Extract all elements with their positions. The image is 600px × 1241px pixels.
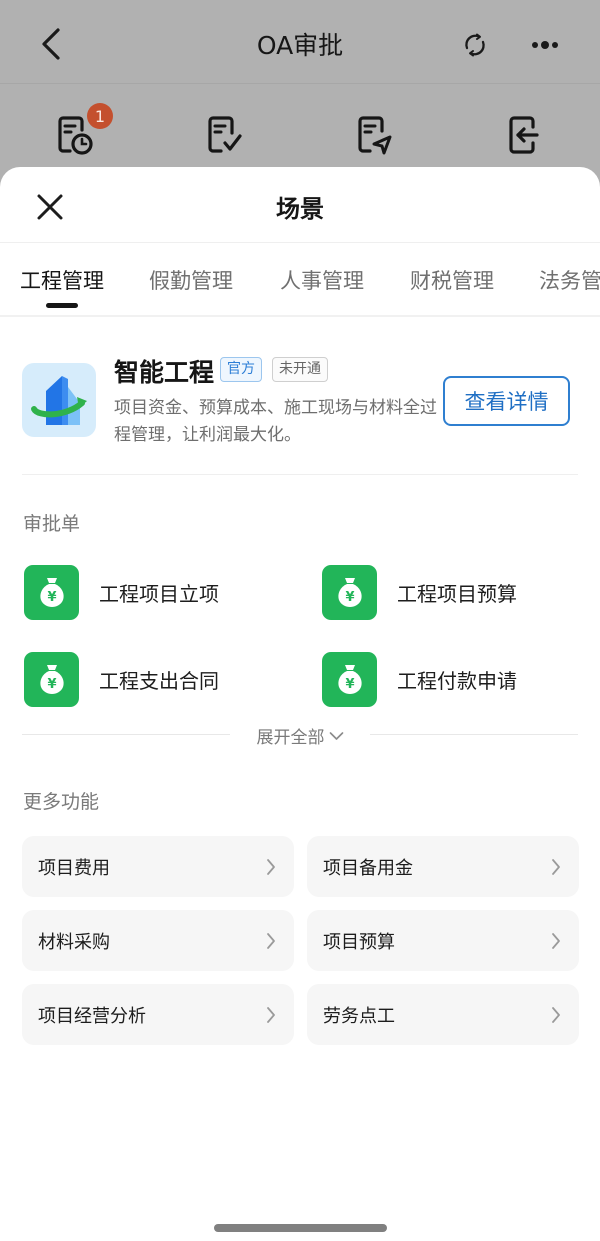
expand-all-label: 展开全部 bbox=[256, 728, 325, 748]
form-item-label: 工程项目预算 bbox=[397, 581, 517, 606]
tab-attendance[interactable]: 假勤管理 bbox=[149, 265, 233, 295]
close-icon bbox=[37, 194, 63, 220]
category-tabs: 工程管理 假勤管理 人事管理 财税管理 法务管理 bbox=[0, 243, 600, 317]
official-tag: 官方 bbox=[220, 357, 262, 382]
quick-action-submitted[interactable] bbox=[350, 110, 400, 160]
money-bag-yuan-icon: ¥ bbox=[322, 651, 377, 707]
quick-action-approved[interactable] bbox=[200, 110, 250, 160]
sheet-header: 场景 bbox=[0, 167, 600, 243]
doc-check-icon bbox=[208, 116, 242, 153]
more-item-business-analysis[interactable]: 项目经营分析 bbox=[22, 984, 294, 1045]
chevron-down-icon bbox=[329, 731, 344, 740]
smart-engineering-logo bbox=[22, 363, 96, 437]
more-item-material-purchase[interactable]: 材料采购 bbox=[22, 910, 294, 971]
form-item-payment-request[interactable]: ¥ 工程付款申请 bbox=[322, 651, 592, 707]
tab-finance-tax[interactable]: 财税管理 bbox=[410, 265, 494, 295]
money-bag-yuan-icon: ¥ bbox=[24, 564, 79, 620]
more-item-label: 项目预算 bbox=[323, 931, 395, 953]
refresh-icon bbox=[465, 33, 485, 57]
divider bbox=[370, 734, 578, 735]
more-item-label: 材料采购 bbox=[38, 931, 110, 953]
product-description: 项目资金、预算成本、施工现场与材料全过程管理，让利润最大化。 bbox=[114, 398, 437, 445]
form-item-label: 工程付款申请 bbox=[397, 668, 517, 693]
more-button[interactable] bbox=[525, 28, 565, 62]
tab-hr[interactable]: 人事管理 bbox=[280, 265, 364, 295]
form-item-expense-contract[interactable]: ¥ 工程支出合同 bbox=[24, 651, 294, 707]
chevron-left-icon bbox=[42, 28, 60, 60]
more-item-label: 项目费用 bbox=[38, 857, 110, 879]
svg-text:¥: ¥ bbox=[345, 677, 354, 692]
expand-all-button[interactable]: 展开全部 bbox=[257, 723, 344, 748]
close-button[interactable] bbox=[30, 187, 70, 227]
more-functions-grid: 项目费用 项目备用金 材料采购 项目预算 项目经营分析 劳务点工 bbox=[22, 836, 579, 1045]
chevron-right-icon bbox=[552, 1006, 560, 1023]
form-item-project-budget[interactable]: ¥ 工程项目预算 bbox=[322, 564, 592, 620]
scene-sheet: 场景 工程管理 假勤管理 人事管理 财税管理 法务管理 智能工程 官方 未开通 … bbox=[0, 167, 600, 1241]
more-dots-icon bbox=[532, 41, 558, 49]
chevron-right-icon bbox=[552, 858, 560, 875]
money-bag-yuan-icon: ¥ bbox=[322, 564, 377, 620]
money-bag-yuan-icon: ¥ bbox=[24, 651, 79, 707]
more-item-label: 项目备用金 bbox=[323, 857, 413, 879]
svg-text:¥: ¥ bbox=[345, 590, 354, 605]
chevron-right-icon bbox=[267, 858, 275, 875]
more-item-label: 劳务点工 bbox=[323, 1005, 395, 1027]
active-tab-indicator bbox=[46, 303, 78, 308]
more-item-labor-hours[interactable]: 劳务点工 bbox=[307, 984, 579, 1045]
pending-count-badge: 1 bbox=[87, 103, 113, 129]
nav-bar: OA审批 bbox=[0, 0, 600, 84]
page-title: OA审批 bbox=[256, 31, 344, 60]
chevron-right-icon bbox=[267, 1006, 275, 1023]
form-item-label: 工程项目立项 bbox=[99, 581, 219, 606]
home-indicator[interactable] bbox=[214, 1224, 387, 1232]
section-label-more-functions: 更多功能 bbox=[23, 791, 100, 813]
more-item-label: 项目经营分析 bbox=[38, 1005, 146, 1027]
chevron-right-icon bbox=[552, 932, 560, 949]
building-arrow-icon bbox=[31, 376, 87, 425]
chevron-right-icon bbox=[267, 932, 275, 949]
section-label-approval-forms: 审批单 bbox=[23, 513, 81, 535]
doc-send-icon bbox=[358, 116, 392, 155]
back-button[interactable] bbox=[34, 24, 68, 64]
refresh-button[interactable] bbox=[458, 28, 492, 62]
svg-text:¥: ¥ bbox=[47, 677, 56, 692]
approval-forms-section: 审批单 ¥ 工程项目立项 ¥ 工程项目预算 ¥ 工程支出合同 ¥ 工程付款申请 bbox=[0, 475, 600, 775]
product-name: 智能工程 bbox=[114, 358, 215, 387]
tab-engineering[interactable]: 工程管理 bbox=[20, 265, 104, 295]
product-card: 智能工程 官方 未开通 项目资金、预算成本、施工现场与材料全过程管理，让利润最大… bbox=[22, 317, 578, 475]
more-functions-section: 更多功能 项目费用 项目备用金 材料采购 项目预算 项目经营分析 劳务点工 bbox=[0, 787, 600, 1045]
form-item-project-initiation[interactable]: ¥ 工程项目立项 bbox=[24, 564, 294, 620]
more-item-project-budget[interactable]: 项目预算 bbox=[307, 910, 579, 971]
more-item-project-expenses[interactable]: 项目费用 bbox=[22, 836, 294, 897]
tab-legal[interactable]: 法务管理 bbox=[539, 265, 600, 295]
expand-row: 展开全部 bbox=[22, 723, 578, 748]
more-item-petty-cash[interactable]: 项目备用金 bbox=[307, 836, 579, 897]
quick-action-cc[interactable] bbox=[500, 110, 550, 160]
activation-status-tag: 未开通 bbox=[272, 357, 328, 382]
form-item-label: 工程支出合同 bbox=[99, 668, 219, 693]
view-details-button[interactable]: 查看详情 bbox=[443, 376, 570, 426]
sheet-title: 场景 bbox=[276, 195, 324, 223]
doc-import-icon bbox=[509, 116, 539, 154]
divider bbox=[22, 734, 230, 735]
svg-text:¥: ¥ bbox=[47, 590, 56, 605]
